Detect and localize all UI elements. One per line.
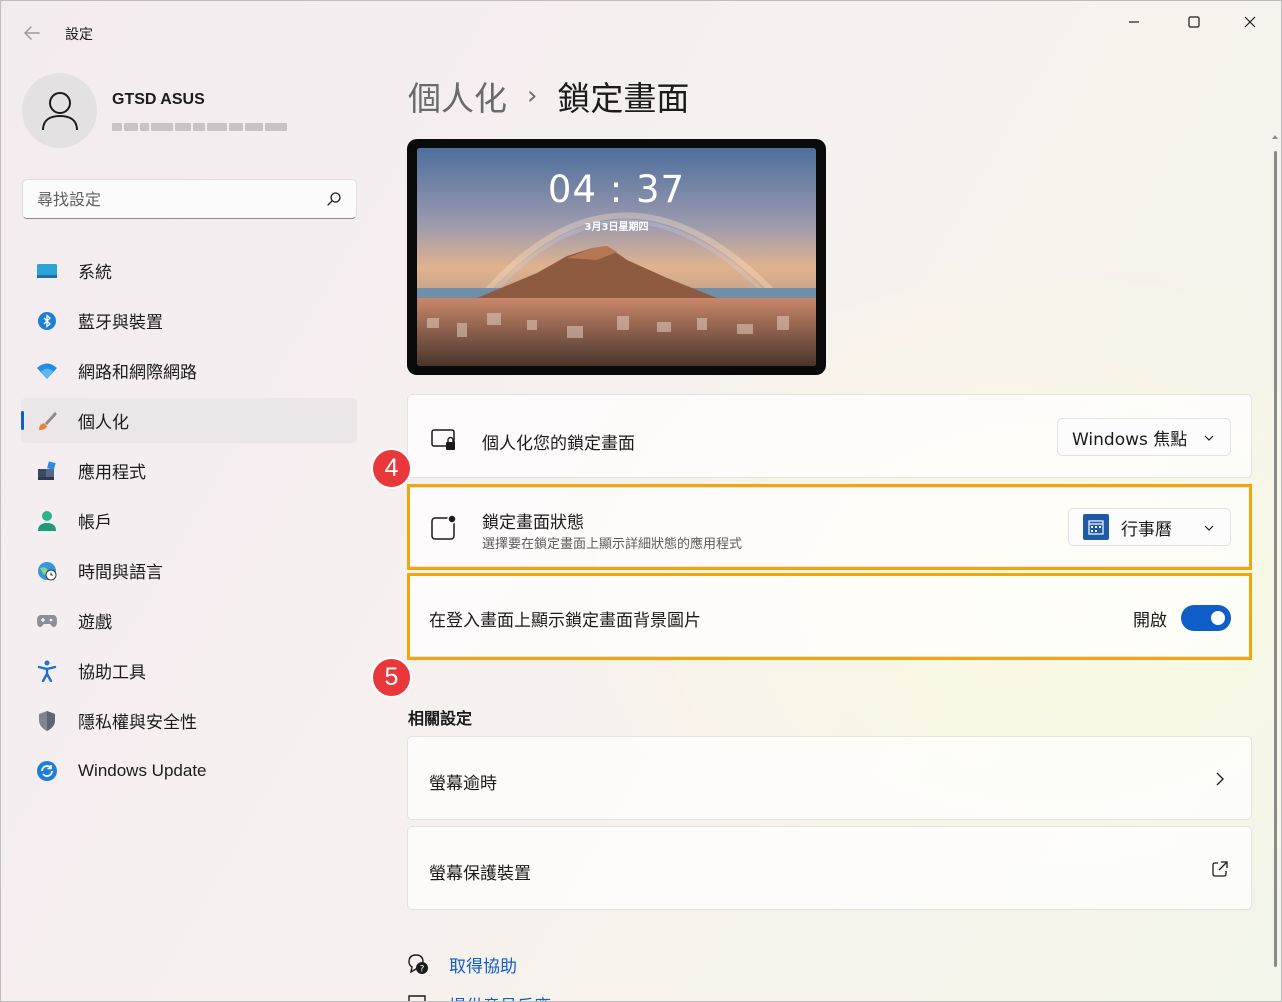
user-email-redacted: [112, 116, 292, 131]
sidebar-item-label: 應用程式: [78, 463, 146, 483]
sidebar-item-bluetooth[interactable]: 藍牙與裝置: [21, 298, 357, 343]
sidebar-item-label: 帳戶: [78, 513, 112, 533]
sidebar-item-label: 遊戲: [78, 613, 112, 633]
preview-image: 04 : 37 3月3日星期四: [417, 148, 816, 366]
bluetooth-icon: [36, 310, 58, 332]
maximize-button[interactable]: [1171, 11, 1217, 33]
sidebar-item-label: 隱私權與安全性: [78, 713, 197, 733]
scroll-up-arrow-icon[interactable]: [1271, 133, 1279, 141]
sidebar-item-accessibility[interactable]: 協助工具: [21, 648, 357, 693]
sidebar-nav: 系統 藍牙與裝置 網路和網際網路 個人化 應用程式 帳戶 時間與語言 遊戲 協助…: [21, 248, 357, 798]
svg-text:?: ?: [420, 965, 425, 975]
sidebar-item-windows-update[interactable]: Windows Update: [21, 748, 357, 793]
lock-screen-preview: 04 : 37 3月3日星期四: [407, 139, 826, 375]
minimize-icon: [1129, 21, 1139, 23]
sidebar-item-label: Windows Update: [78, 760, 207, 780]
chevron-down-icon: [1204, 435, 1214, 441]
windows-update-icon: [36, 760, 58, 782]
breadcrumb-separator: ›: [527, 81, 538, 111]
setting-title: 個人化您的鎖定畫面: [482, 434, 635, 454]
wifi-icon: [36, 360, 58, 382]
page-title: 鎖定畫面: [557, 79, 690, 118]
preview-clock: 04 : 37: [547, 168, 686, 211]
back-button[interactable]: [19, 21, 45, 45]
sidebar-item-label: 網路和網際網路: [78, 363, 197, 383]
status-icon: [431, 514, 457, 540]
system-icon: [36, 260, 58, 282]
step-badge-5: 5: [371, 657, 412, 698]
sidebar-item-gaming[interactable]: 遊戲: [21, 598, 357, 643]
help-icon: ?: [408, 954, 428, 975]
related-screen-timeout[interactable]: 螢幕逾時: [407, 736, 1252, 820]
feedback-link[interactable]: 提供意見反應: [406, 991, 551, 1002]
preview-date: 3月3日星期四: [584, 222, 649, 233]
toggle-state-label: 開啟: [1133, 611, 1167, 631]
related-item-label: 螢幕保護裝置: [429, 864, 531, 884]
sidebar-item-label: 協助工具: [78, 663, 146, 683]
lock-status-app-dropdown[interactable]: 行事曆: [1068, 508, 1231, 546]
back-arrow-icon: [24, 26, 40, 40]
breadcrumb: 個人化 › 鎖定畫面: [408, 73, 689, 119]
chevron-right-icon: [1216, 772, 1224, 786]
maximize-icon: [1188, 16, 1200, 28]
shield-icon: [36, 710, 58, 732]
related-settings-heading: 相關設定: [408, 709, 473, 728]
globe-clock-icon: [36, 560, 58, 582]
sidebar-item-accounts[interactable]: 帳戶: [21, 498, 357, 543]
title-bar: 設定: [1, 1, 1281, 63]
brush-icon: [36, 410, 58, 432]
chevron-down-icon: [1204, 525, 1214, 531]
account-icon: [36, 510, 58, 532]
setting-lock-screen-status: 鎖定畫面狀態 選擇要在鎖定畫面上顯示詳細狀態的應用程式 行事曆: [407, 487, 1252, 567]
setting-subtitle: 選擇要在鎖定畫面上顯示詳細狀態的應用程式: [482, 537, 743, 552]
setting-signin-background: 在登入畫面上顯示鎖定畫面背景圖片 開啟: [407, 575, 1252, 657]
search-icon[interactable]: [326, 191, 342, 207]
sidebar-item-label: 系統: [78, 263, 112, 283]
setting-title: 在登入畫面上顯示鎖定畫面背景圖片: [429, 611, 701, 631]
setting-personalize-lock-screen: 個人化您的鎖定畫面 Windows 焦點: [407, 394, 1252, 478]
user-icon: [41, 91, 78, 130]
user-name: GTSD ASUS: [112, 91, 205, 108]
link-label: 取得協助: [449, 956, 517, 977]
setting-title: 鎖定畫面狀態: [482, 513, 584, 533]
toggle-knob: [1211, 611, 1225, 625]
sidebar-item-personalization[interactable]: 個人化: [21, 398, 357, 443]
minimize-button[interactable]: [1111, 11, 1157, 33]
step-badge-4: 4: [371, 448, 412, 489]
dropdown-value: Windows 焦點: [1072, 429, 1188, 450]
sidebar-item-label: 個人化: [78, 413, 129, 433]
breadcrumb-parent[interactable]: 個人化: [408, 72, 507, 120]
scrollbar-thumb[interactable]: [1274, 151, 1277, 967]
apps-icon: [36, 460, 58, 482]
sidebar-item-system[interactable]: 系統: [21, 248, 357, 293]
avatar[interactable]: [22, 73, 97, 148]
calendar-icon: [1083, 514, 1109, 540]
related-item-label: 螢幕逾時: [429, 774, 497, 794]
app-title: 設定: [65, 27, 93, 43]
signin-background-toggle[interactable]: [1181, 605, 1231, 631]
link-label: 提供意見反應: [449, 992, 551, 1002]
accessibility-icon: [36, 660, 58, 682]
sidebar-item-time-language[interactable]: 時間與語言: [21, 548, 357, 593]
search-box: [22, 179, 357, 219]
lock-screen-type-dropdown[interactable]: Windows 焦點: [1057, 418, 1231, 456]
related-screen-saver[interactable]: 螢幕保護裝置: [407, 826, 1252, 910]
dropdown-value: 行事曆: [1121, 519, 1172, 540]
selection-indicator: [21, 411, 24, 430]
get-help-link[interactable]: ? 取得協助: [406, 951, 517, 977]
sidebar-item-apps[interactable]: 應用程式: [21, 448, 357, 493]
sidebar-item-label: 藍牙與裝置: [78, 313, 163, 333]
gamepad-icon: [36, 610, 58, 632]
lock-screen-icon: [431, 429, 455, 450]
sidebar-item-privacy[interactable]: 隱私權與安全性: [21, 698, 357, 743]
close-button[interactable]: [1227, 11, 1273, 33]
search-input[interactable]: [37, 180, 317, 218]
settings-window: 設定 GTSD ASUS 系統: [0, 0, 1282, 1002]
sidebar-item-label: 時間與語言: [78, 563, 163, 583]
close-icon: [1244, 16, 1256, 28]
external-link-icon: [1212, 861, 1228, 877]
sidebar-item-network[interactable]: 網路和網際網路: [21, 348, 357, 393]
feedback-icon: [408, 995, 426, 1001]
